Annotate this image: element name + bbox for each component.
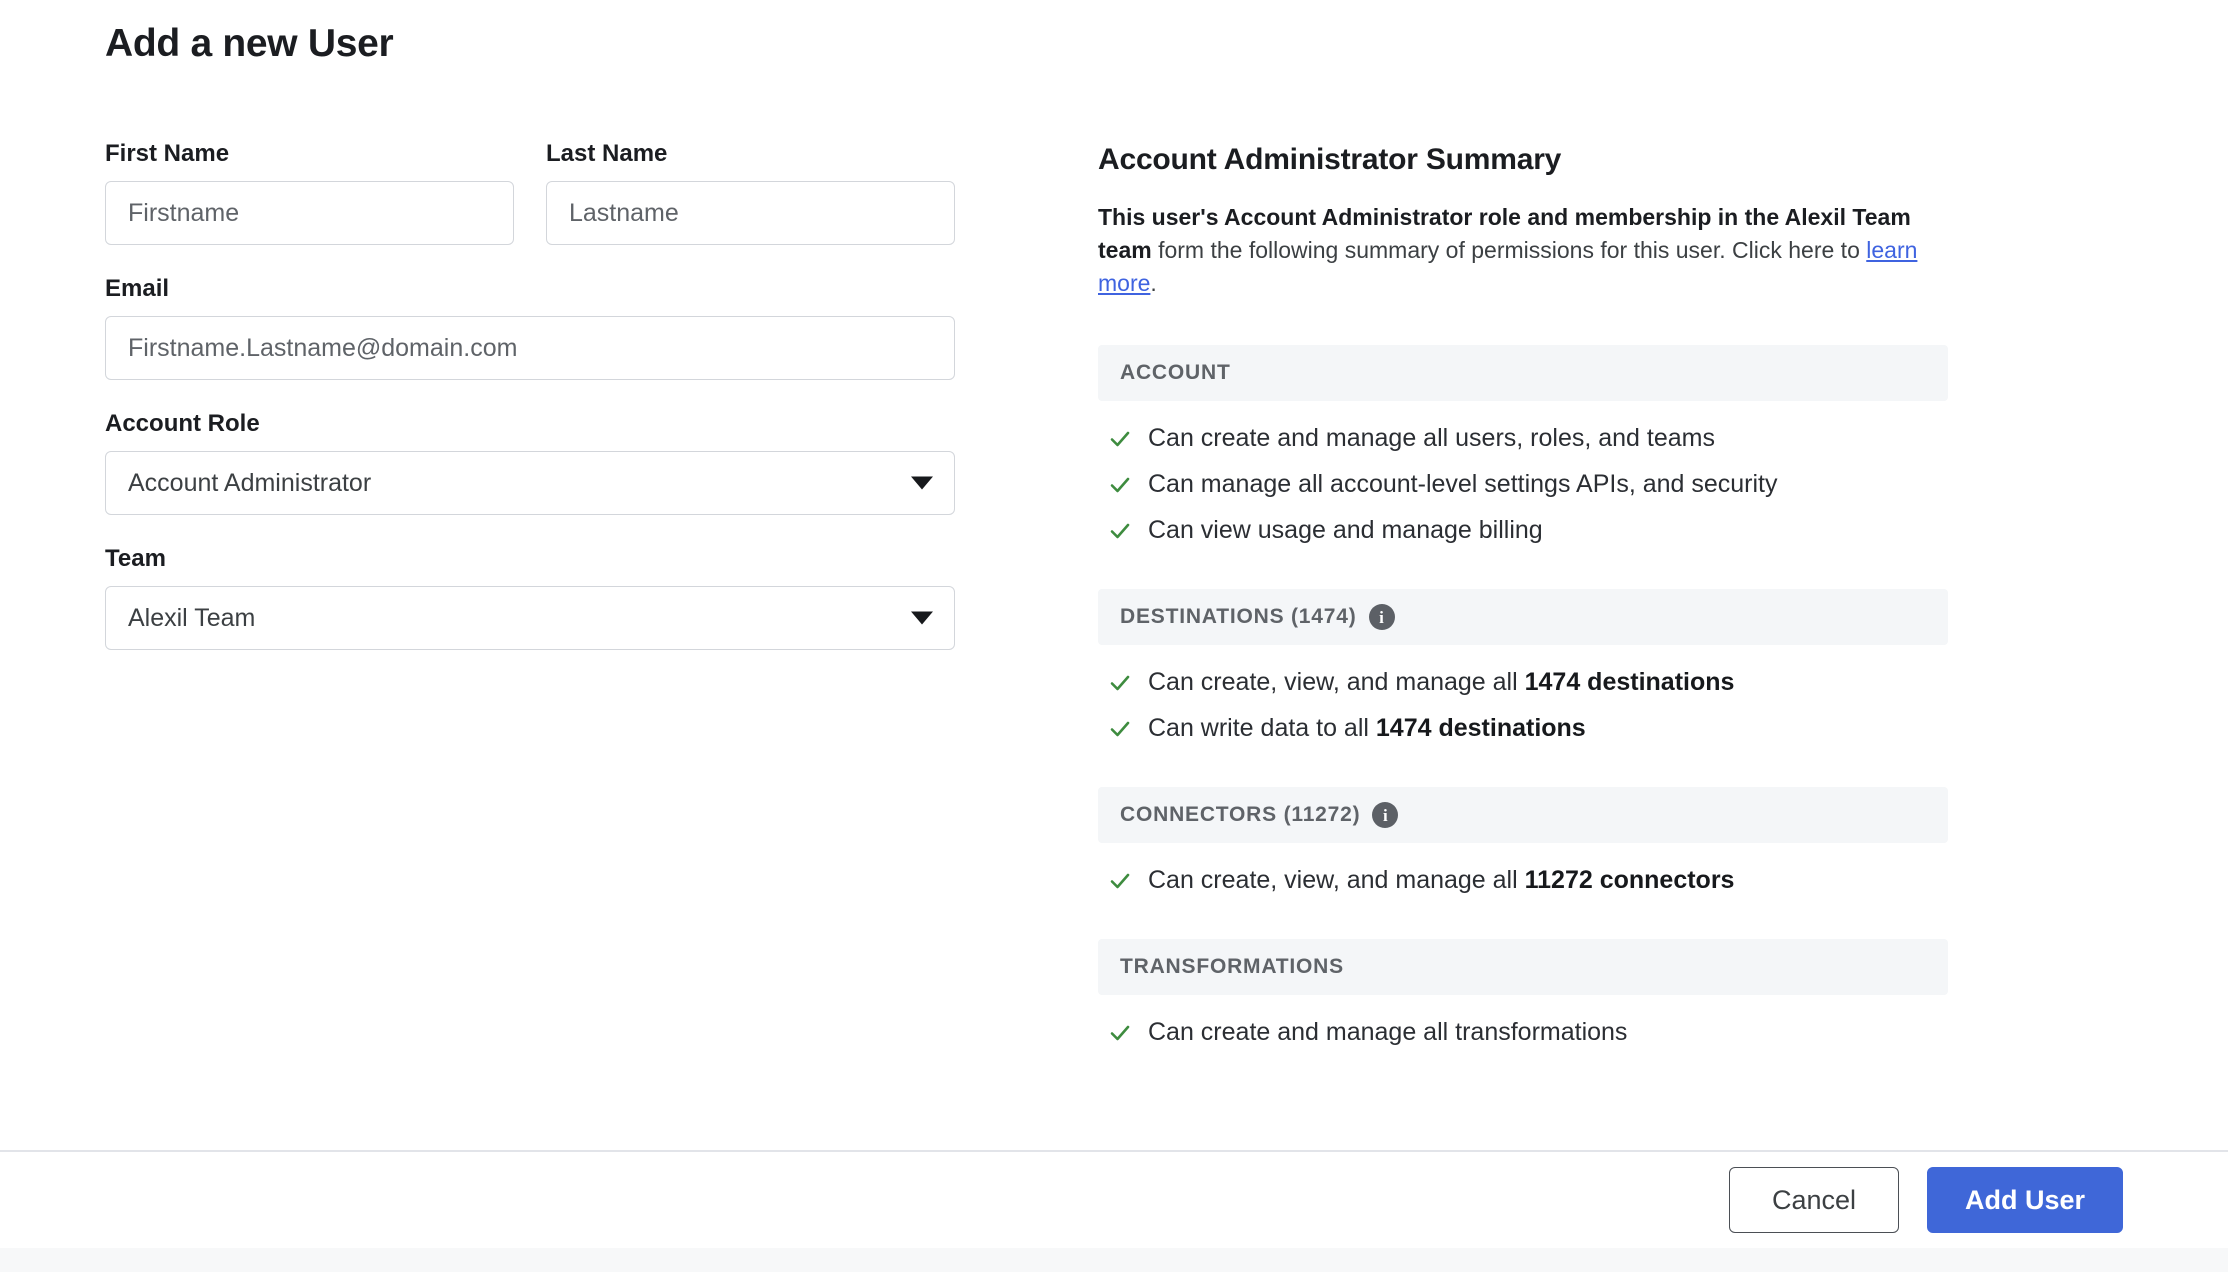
check-icon [1110, 721, 1130, 737]
permission-list: Can create, view, and manage all 11272 c… [1098, 857, 1948, 903]
permissions-summary: Account Administrator Summary This user'… [1098, 143, 1948, 1055]
summary-description: This user's Account Administrator role a… [1098, 201, 1938, 300]
account-role-label: Account Role [105, 410, 260, 437]
account-role-selected-value: Account Administrator [128, 468, 372, 497]
page-title: Add a new User [105, 22, 394, 65]
check-icon [1110, 523, 1130, 539]
first-name-label: First Name [105, 140, 230, 167]
team-select-wrap: Alexil Team [105, 586, 955, 650]
permission-item: Can view usage and manage billing [1098, 507, 1948, 553]
permission-text: Can create and manage all transformation… [1148, 1018, 1628, 1046]
permission-list: Can create and manage all users, roles, … [1098, 415, 1948, 553]
info-icon[interactable]: i [1372, 802, 1399, 828]
section-title: ACCOUNT [1120, 361, 1231, 384]
permission-text: Can write data to all 1474 destinations [1148, 714, 1586, 742]
check-icon [1110, 477, 1130, 493]
section-header: CONNECTORS (11272) i [1098, 787, 1948, 843]
check-icon [1110, 431, 1130, 447]
check-icon [1110, 675, 1130, 691]
email-field-group: Email [105, 275, 955, 380]
permission-item: Can create and manage all users, roles, … [1098, 415, 1948, 461]
user-form: First Name Last Name Email Account Role … [105, 140, 955, 650]
first-name-field-group: First Name [105, 140, 514, 245]
permission-list: Can create and manage all transformation… [1098, 1009, 1948, 1055]
permission-text: Can create and manage all users, roles, … [1148, 424, 1715, 452]
permission-item: Can create, view, and manage all 1474 de… [1098, 659, 1948, 705]
summary-desc-end: . [1150, 270, 1157, 296]
cancel-button[interactable]: Cancel [1729, 1167, 1899, 1233]
permission-text: Can create, view, and manage all 1474 de… [1148, 668, 1735, 696]
section-title: CONNECTORS (11272) [1120, 803, 1361, 826]
section-header: DESTINATIONS (1474) i [1098, 589, 1948, 645]
section-transformations: TRANSFORMATIONS Can create and manage al… [1098, 939, 1948, 1055]
section-destinations: DESTINATIONS (1474) i Can create, view, … [1098, 589, 1948, 751]
first-name-input[interactable] [105, 181, 514, 245]
permission-text: Can manage all account-level settings AP… [1148, 470, 1778, 498]
permission-text: Can view usage and manage billing [1148, 516, 1543, 544]
email-label: Email [105, 275, 170, 302]
dialog-footer: Cancel Add User [0, 1152, 2228, 1248]
permission-item: Can write data to all 1474 destinations [1098, 705, 1948, 751]
permission-item: Can create, view, and manage all 11272 c… [1098, 857, 1948, 903]
email-input[interactable] [105, 316, 955, 380]
team-field-group: Team Alexil Team [105, 545, 955, 650]
account-role-field-group: Account Role Account Administrator [105, 410, 955, 515]
section-header: TRANSFORMATIONS [1098, 939, 1948, 995]
bottom-strip [0, 1248, 2228, 1272]
team-selected-value: Alexil Team [128, 603, 256, 632]
last-name-input[interactable] [546, 181, 955, 245]
account-role-select-wrap: Account Administrator [105, 451, 955, 515]
section-account: ACCOUNT Can create and manage all users,… [1098, 345, 1948, 553]
team-select[interactable]: Alexil Team [105, 586, 955, 650]
summary-desc-rest-1: form the following summary of permission… [1151, 237, 1782, 263]
add-user-button[interactable]: Add User [1927, 1167, 2123, 1233]
section-header: ACCOUNT [1098, 345, 1948, 401]
summary-desc-bold-1: This user's Account Administrator role a… [1098, 204, 1847, 230]
summary-title: Account Administrator Summary [1098, 143, 1562, 176]
permission-list: Can create, view, and manage all 1474 de… [1098, 659, 1948, 751]
last-name-label: Last Name [546, 140, 668, 167]
add-user-dialog: Add a new User First Name Last Name Emai… [0, 0, 2228, 1272]
section-connectors: CONNECTORS (11272) i Can create, view, a… [1098, 787, 1948, 903]
name-row: First Name Last Name [105, 140, 955, 245]
permission-text: Can create, view, and manage all 11272 c… [1148, 866, 1735, 894]
permission-item: Can create and manage all transformation… [1098, 1009, 1948, 1055]
info-icon[interactable]: i [1368, 604, 1395, 630]
check-icon [1110, 1025, 1130, 1041]
permission-item: Can manage all account-level settings AP… [1098, 461, 1948, 507]
section-title: TRANSFORMATIONS [1120, 955, 1344, 978]
account-role-select[interactable]: Account Administrator [105, 451, 955, 515]
section-title: DESTINATIONS (1474) [1120, 605, 1357, 628]
check-icon [1110, 873, 1130, 889]
last-name-field-group: Last Name [546, 140, 955, 245]
summary-desc-rest-2: here to [1788, 237, 1867, 263]
team-label: Team [105, 545, 166, 572]
